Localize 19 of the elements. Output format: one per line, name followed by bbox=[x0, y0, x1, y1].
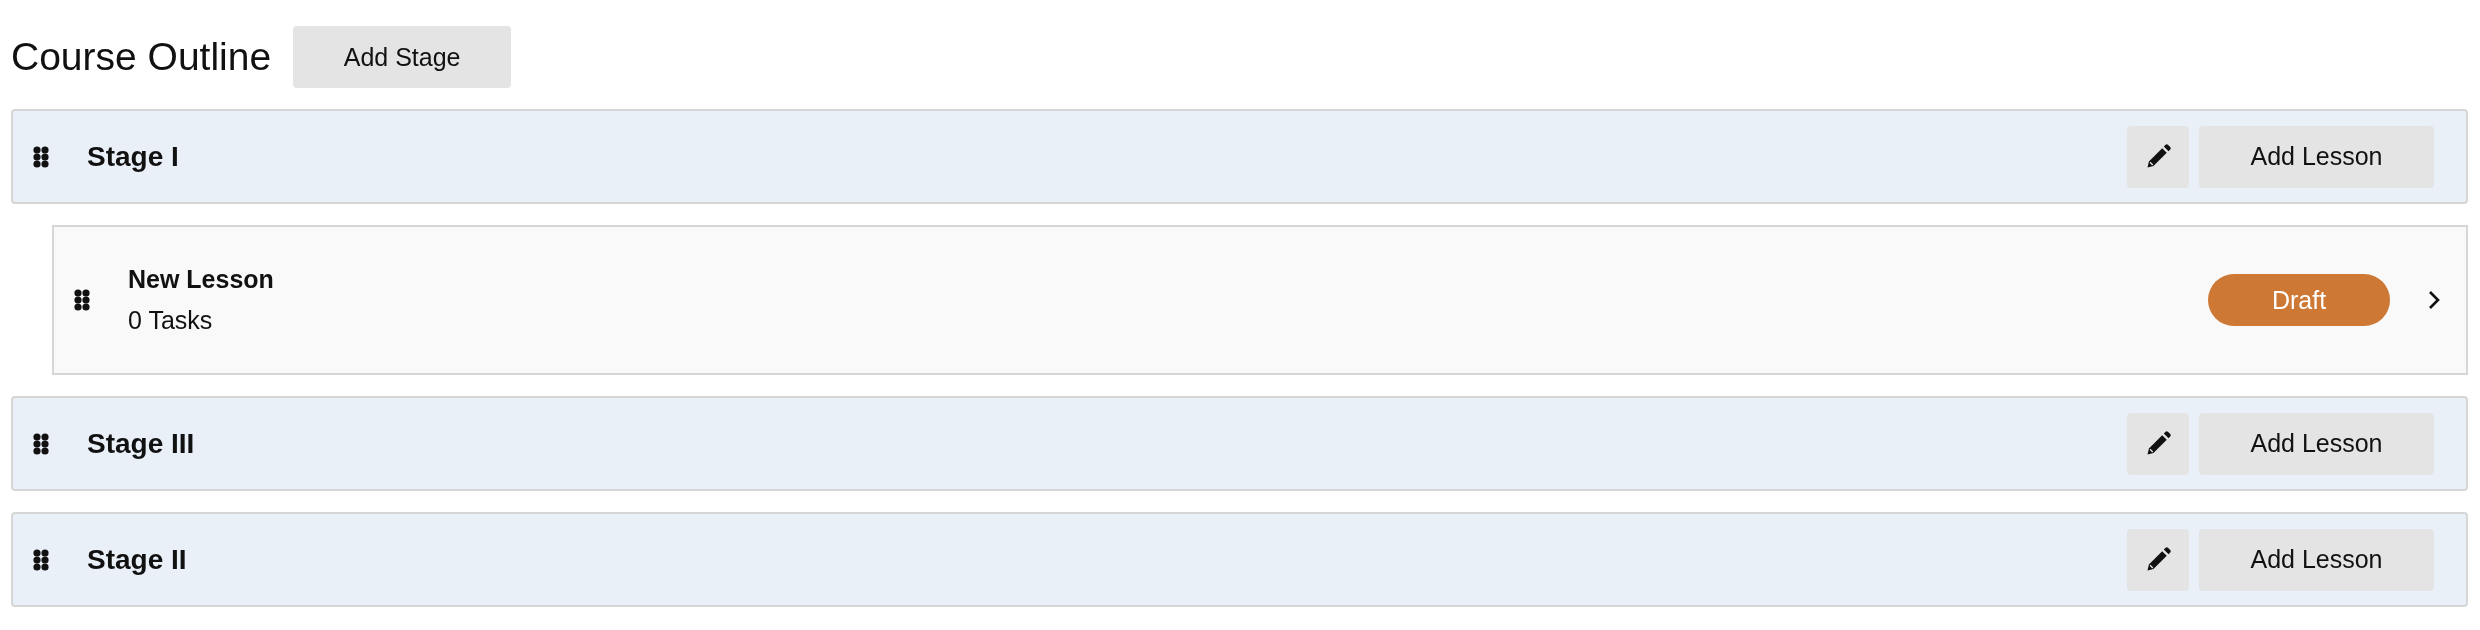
status-badge: Draft bbox=[2208, 274, 2390, 326]
edit-button[interactable] bbox=[2127, 412, 2189, 475]
lesson-card[interactable]: New Lesson 0 Tasks Draft bbox=[52, 225, 2468, 375]
drag-handle-icon[interactable] bbox=[33, 145, 49, 168]
lesson-title: New Lesson bbox=[128, 265, 274, 294]
task-count: 0 Tasks bbox=[128, 306, 214, 335]
stage-title: Stage I bbox=[87, 140, 179, 173]
stage-title: Stage III bbox=[87, 427, 195, 460]
add-lesson-button[interactable]: Add Lesson bbox=[2199, 125, 2434, 188]
add-lesson-button[interactable]: Add Lesson bbox=[2199, 528, 2434, 591]
drag-handle-icon[interactable] bbox=[33, 548, 49, 571]
drag-handle-icon[interactable] bbox=[33, 432, 49, 455]
edit-button[interactable] bbox=[2127, 528, 2189, 591]
add-lesson-button[interactable]: Add Lesson bbox=[2199, 412, 2434, 475]
page-title: Course Outline bbox=[11, 35, 272, 79]
drag-handle-icon[interactable] bbox=[74, 289, 90, 311]
edit-button[interactable] bbox=[2127, 125, 2189, 188]
add-stage-button[interactable]: Add Stage bbox=[293, 26, 512, 88]
stage-title: Stage II bbox=[87, 543, 187, 576]
